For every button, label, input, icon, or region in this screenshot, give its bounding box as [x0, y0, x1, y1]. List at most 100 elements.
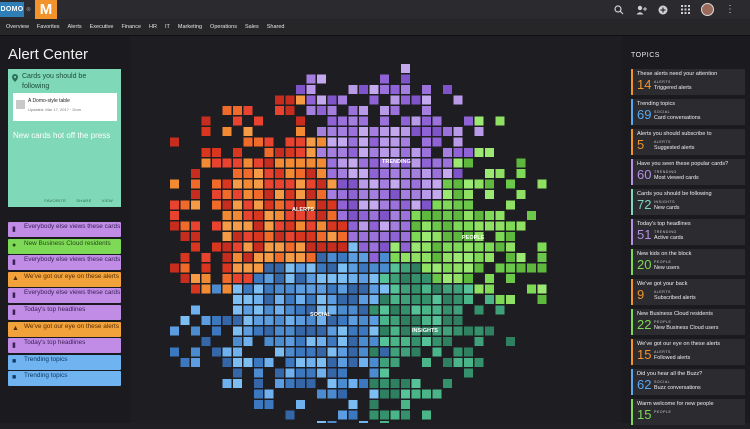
- topic-card[interactable]: We've got your back 9 ALERTS Subscribed ale…: [631, 279, 745, 305]
- trending-tile[interactable]: [422, 148, 431, 157]
- social-tile[interactable]: [369, 284, 379, 294]
- insights-tile[interactable]: [380, 368, 389, 378]
- trending-tile[interactable]: [422, 200, 431, 210]
- social-tile[interactable]: [306, 326, 316, 336]
- alerts-tile[interactable]: [212, 158, 221, 168]
- insights-tile[interactable]: [390, 316, 400, 325]
- people-tile[interactable]: [443, 221, 452, 231]
- alerts-tile[interactable]: [254, 158, 263, 168]
- alerts-tile[interactable]: [243, 253, 253, 262]
- trending-tile[interactable]: [348, 200, 358, 210]
- social-tile[interactable]: [359, 284, 368, 294]
- social-tile[interactable]: [380, 284, 389, 294]
- trending-tile[interactable]: [390, 221, 400, 231]
- alerts-tile[interactable]: [222, 274, 232, 283]
- social-tile[interactable]: [285, 316, 295, 325]
- alerts-tile[interactable]: [296, 116, 305, 126]
- social-tile[interactable]: [296, 274, 305, 283]
- trending-tile[interactable]: [359, 190, 368, 199]
- trending-tile[interactable]: [327, 169, 337, 178]
- people-tile[interactable]: [537, 253, 547, 262]
- people-tile[interactable]: [453, 242, 463, 252]
- social-tile[interactable]: [317, 347, 326, 357]
- alerts-tile[interactable]: [296, 221, 305, 231]
- alerts-tile[interactable]: [306, 148, 316, 157]
- alerts-tile[interactable]: [170, 137, 179, 147]
- insights-tile[interactable]: [453, 358, 463, 367]
- social-tile[interactable]: [275, 316, 284, 325]
- social-tile[interactable]: [233, 347, 242, 357]
- alerts-tile[interactable]: [338, 221, 347, 231]
- trending-tile[interactable]: [317, 74, 326, 84]
- social-tile[interactable]: [306, 368, 316, 378]
- social-tile[interactable]: [338, 253, 347, 262]
- alerts-tile[interactable]: [243, 200, 253, 210]
- social-tile[interactable]: [369, 295, 379, 304]
- insights-tile[interactable]: [411, 295, 421, 304]
- social-tile[interactable]: [254, 358, 263, 367]
- alerts-tile[interactable]: [296, 232, 305, 241]
- insights-tile[interactable]: [453, 295, 463, 304]
- nav-item-shared[interactable]: Shared: [263, 19, 289, 35]
- social-tile[interactable]: [233, 358, 242, 367]
- alerts-tile[interactable]: [254, 263, 263, 273]
- trending-tile[interactable]: [327, 158, 337, 168]
- people-tile[interactable]: [506, 263, 515, 273]
- trending-tile[interactable]: [380, 190, 389, 199]
- trending-tile[interactable]: [359, 242, 368, 252]
- trending-tile[interactable]: [380, 127, 389, 136]
- social-tile[interactable]: [317, 263, 326, 273]
- social-tile[interactable]: [306, 274, 316, 283]
- insights-tile[interactable]: [464, 284, 473, 294]
- social-tile[interactable]: [254, 400, 263, 409]
- alerts-tile[interactable]: [338, 242, 347, 252]
- insights-tile[interactable]: [411, 337, 421, 346]
- alerts-tile[interactable]: [275, 148, 284, 157]
- alerts-tile[interactable]: [296, 158, 305, 168]
- trending-tile[interactable]: [359, 116, 368, 126]
- topic-card[interactable]: These alerts need your attention 14 ALERTS…: [631, 69, 745, 95]
- alert-card[interactable]: ▮ Today's top headlines: [8, 338, 121, 354]
- alert-card[interactable]: ■ Trending topics: [8, 371, 121, 387]
- social-tile[interactable]: [264, 316, 274, 325]
- insights-tile[interactable]: [474, 337, 484, 346]
- social-tile[interactable]: [191, 347, 200, 357]
- insights-tile[interactable]: [390, 295, 400, 304]
- people-tile[interactable]: [422, 242, 431, 252]
- alerts-tile[interactable]: [243, 242, 253, 252]
- add-user-icon[interactable]: [635, 4, 647, 16]
- alerts-tile[interactable]: [296, 137, 305, 147]
- trending-tile[interactable]: [327, 148, 337, 157]
- people-tile[interactable]: [474, 242, 484, 252]
- social-tile[interactable]: [359, 358, 368, 367]
- social-tile[interactable]: [327, 253, 337, 262]
- social-tile[interactable]: [338, 326, 347, 336]
- social-tile[interactable]: [317, 389, 326, 399]
- alerts-tile[interactable]: [264, 158, 274, 168]
- trending-tile[interactable]: [443, 158, 452, 168]
- insights-tile[interactable]: [369, 347, 379, 357]
- insights-tile[interactable]: [390, 284, 400, 294]
- people-tile[interactable]: [453, 190, 463, 199]
- trending-tile[interactable]: [369, 127, 379, 136]
- trending-tile[interactable]: [348, 232, 358, 241]
- people-tile[interactable]: [432, 274, 442, 283]
- trending-tile[interactable]: [453, 95, 463, 105]
- alerts-tile[interactable]: [212, 200, 221, 210]
- social-tile[interactable]: [317, 368, 326, 378]
- alerts-tile[interactable]: [285, 137, 295, 147]
- social-tile[interactable]: [264, 274, 274, 283]
- insights-tile[interactable]: [453, 326, 463, 336]
- trending-tile[interactable]: [453, 137, 463, 147]
- people-tile[interactable]: [485, 211, 494, 220]
- insights-tile[interactable]: [474, 305, 484, 315]
- social-tile[interactable]: [306, 347, 316, 357]
- social-tile[interactable]: [338, 263, 347, 273]
- alerts-tile[interactable]: [296, 127, 305, 136]
- insights-tile[interactable]: [443, 358, 452, 367]
- social-tile[interactable]: [348, 410, 358, 420]
- social-tile[interactable]: [191, 305, 200, 315]
- insights-tile[interactable]: [390, 410, 400, 420]
- social-tile[interactable]: [243, 284, 253, 294]
- social-tile[interactable]: [369, 368, 379, 378]
